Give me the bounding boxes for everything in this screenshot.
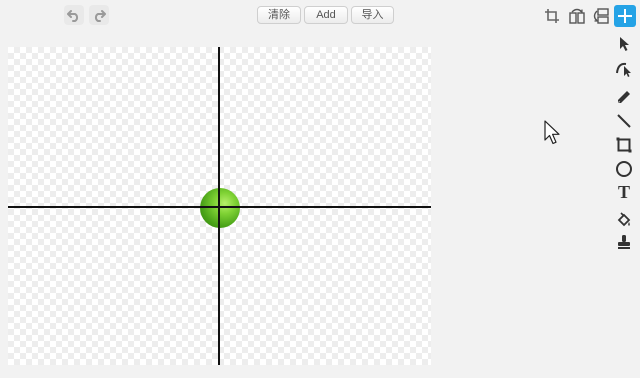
center-crosshair-vertical xyxy=(218,47,220,365)
rectangle-icon xyxy=(616,137,632,152)
stamp-icon xyxy=(618,234,630,249)
crop-icon xyxy=(545,9,559,23)
undo-button[interactable] xyxy=(64,5,84,25)
paint-bucket-icon xyxy=(617,211,631,226)
ellipse-icon xyxy=(616,160,632,177)
clear-button[interactable]: 清除 xyxy=(257,6,301,24)
reshape-icon xyxy=(616,62,631,77)
arrow-pointer-icon xyxy=(620,36,629,51)
mouse-cursor-icon xyxy=(544,120,562,151)
rectangle-tool[interactable] xyxy=(613,134,635,155)
undo-icon xyxy=(67,10,79,22)
flip-horizontal-button[interactable] xyxy=(566,5,588,27)
reshape-tool[interactable] xyxy=(613,57,635,78)
flip-vertical-button[interactable] xyxy=(590,5,612,27)
flip-horizontal-icon xyxy=(569,8,585,24)
green-ball-sprite[interactable] xyxy=(200,188,240,228)
paint-canvas[interactable] xyxy=(8,47,431,365)
set-center-icon xyxy=(618,9,632,23)
crop-button[interactable] xyxy=(541,5,563,27)
set-center-button[interactable] xyxy=(614,5,636,27)
pencil-tool[interactable] xyxy=(613,86,635,107)
text-icon: T xyxy=(617,181,630,202)
line-tool[interactable] xyxy=(613,110,635,131)
import-button[interactable]: 导入 xyxy=(351,6,394,24)
redo-button[interactable] xyxy=(89,5,109,25)
flip-vertical-icon xyxy=(593,8,609,24)
select-tool[interactable] xyxy=(613,33,635,54)
stamp-tool[interactable] xyxy=(613,231,635,252)
fill-tool[interactable] xyxy=(613,209,635,230)
redo-icon xyxy=(94,10,106,22)
ellipse-tool[interactable] xyxy=(613,158,635,179)
line-icon xyxy=(617,113,631,128)
text-tool[interactable]: T xyxy=(613,181,635,202)
add-button[interactable]: Add xyxy=(304,6,348,24)
pencil-icon xyxy=(618,90,630,103)
